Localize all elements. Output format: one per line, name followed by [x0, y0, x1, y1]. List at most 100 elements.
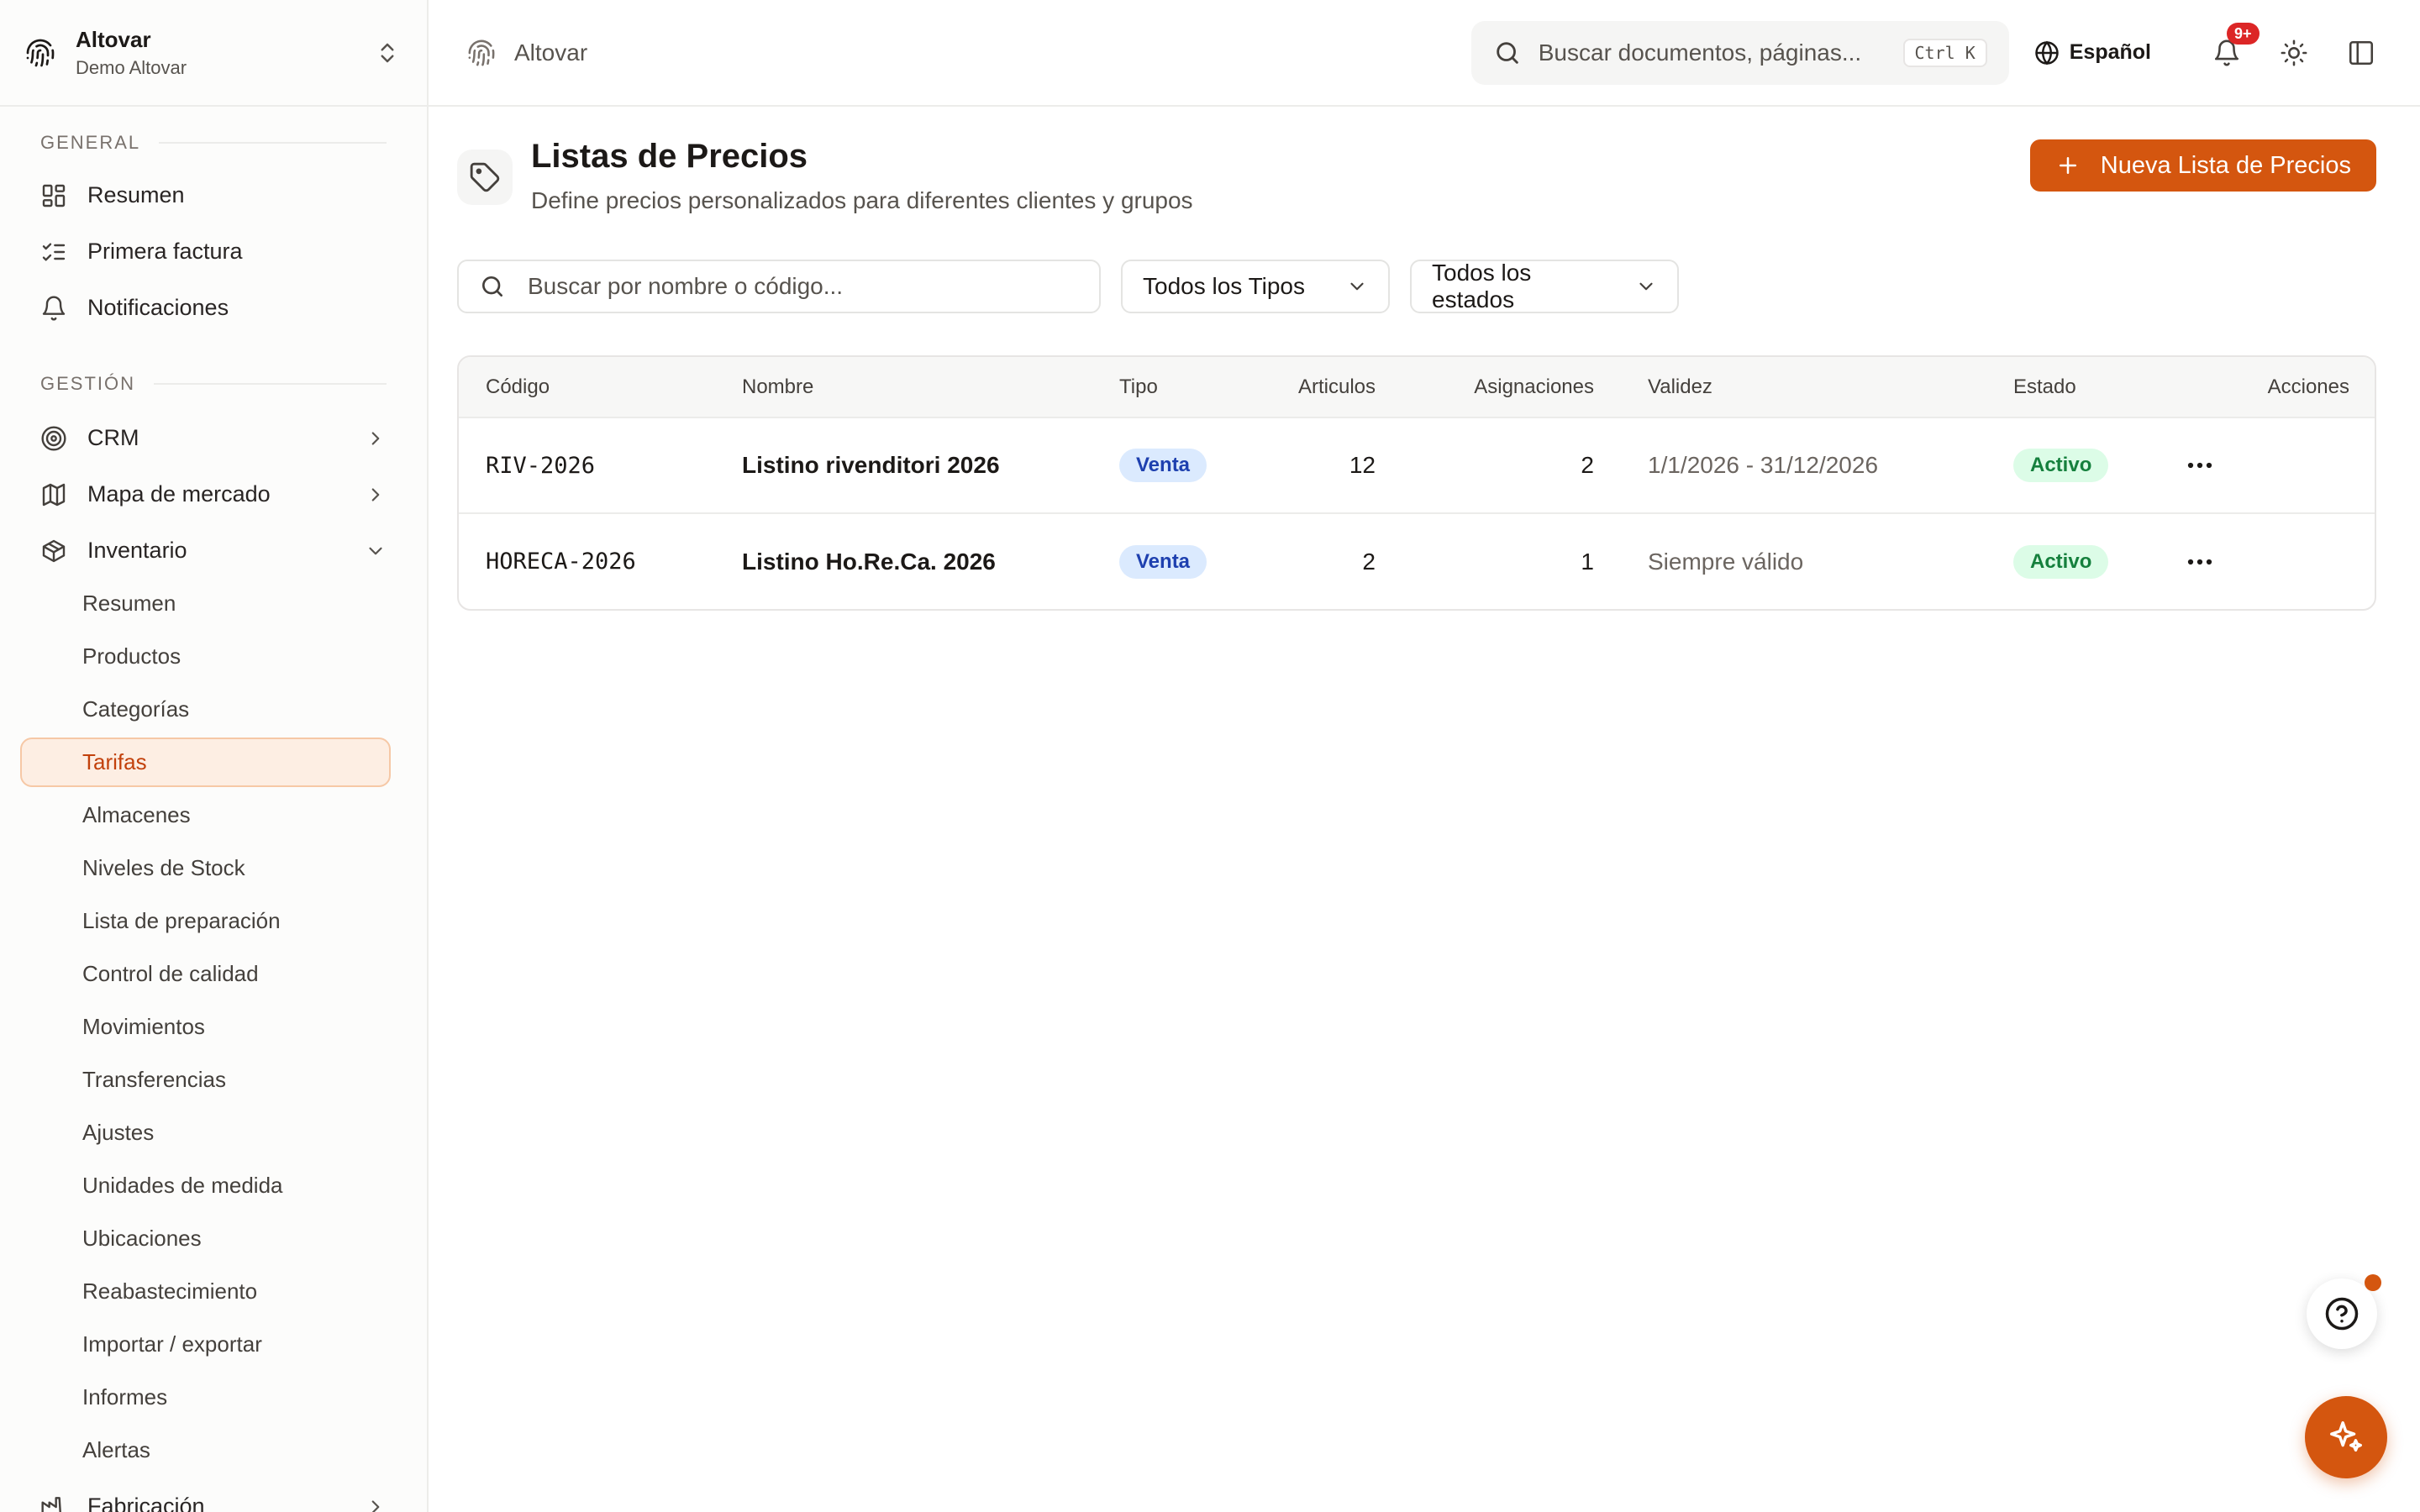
column-header-status[interactable]: Estado: [1986, 357, 2154, 417]
help-indicator-dot: [2365, 1274, 2381, 1291]
cell-name: Listino rivenditori 2026: [715, 417, 1092, 513]
sidebar-subitem-movimientos[interactable]: Movimientos: [20, 1002, 391, 1052]
cell-code: RIV-2026: [459, 417, 715, 513]
price-list-search[interactable]: [457, 260, 1101, 313]
sidebar-item-inventario[interactable]: Inventario: [0, 522, 427, 579]
box-icon: [40, 538, 67, 564]
column-header-assignments[interactable]: Asignaciones: [1402, 357, 1621, 417]
chevron-right-icon: [365, 1496, 387, 1512]
table-row[interactable]: HORECA-2026 Listino Ho.Re.Ca. 2026 Venta…: [459, 512, 2375, 609]
type-filter-select[interactable]: Todos los Tipos: [1121, 260, 1390, 313]
sidebar-subitem-alertas[interactable]: Alertas: [20, 1425, 391, 1475]
global-search-placeholder: Buscar documentos, páginas...: [1538, 39, 1862, 66]
section-label-general: GENERAL: [0, 129, 427, 157]
sidebar-subitem-reabastecimiento[interactable]: Reabastecimiento: [20, 1267, 391, 1316]
new-price-list-label: Nueva Lista de Precios: [2100, 151, 2351, 179]
status-filter-select[interactable]: Todos los estados: [1410, 260, 1679, 313]
sidebar-item-mapa-de-mercado[interactable]: Mapa de mercado: [0, 466, 427, 522]
sidebar-item-primera-factura[interactable]: Primera factura: [0, 223, 427, 280]
column-header-validity[interactable]: Validez: [1621, 357, 1986, 417]
table-row[interactable]: RIV-2026 Listino rivenditori 2026 Venta …: [459, 417, 2375, 513]
sidebar-item-resumen[interactable]: Resumen: [0, 167, 427, 223]
cell-validity: 1/1/2026 - 31/12/2026: [1621, 417, 1986, 513]
column-header-code[interactable]: Código: [459, 357, 715, 417]
more-actions-icon[interactable]: [2181, 447, 2349, 484]
global-search[interactable]: Buscar documentos, páginas... Ctrl K: [1470, 20, 2009, 85]
sidebar-subitem-ubicaciones[interactable]: Ubicaciones: [20, 1214, 391, 1263]
chevron-down-icon: [365, 540, 387, 562]
org-subtitle: Demo Altovar: [76, 56, 187, 78]
sidebar-subitem-informes[interactable]: Informes: [20, 1373, 391, 1422]
page-icon-box: [457, 150, 513, 205]
dashboard-icon: [40, 182, 67, 209]
search-shortcut: Ctrl K: [1902, 38, 1987, 67]
sidebar-subitem-lista-de-preparacion[interactable]: Lista de preparación: [20, 896, 391, 946]
type-badge: Venta: [1119, 544, 1207, 579]
org-name: Altovar: [76, 26, 151, 52]
sidebar: Altovar Demo Altovar GENERAL Resumen Pri…: [0, 0, 429, 1512]
sidebar-subitem-importar-exportar[interactable]: Importar / exportar: [20, 1320, 391, 1369]
status-badge: Activo: [2013, 449, 2109, 482]
theme-toggle-button[interactable]: [2269, 28, 2319, 78]
chevron-down-icon: [1346, 276, 1368, 297]
column-header-type[interactable]: Tipo: [1092, 357, 1250, 417]
cell-assignments: 2: [1402, 417, 1621, 513]
cell-name: Listino Ho.Re.Ca. 2026: [715, 512, 1092, 609]
fingerprint-icon: [25, 38, 55, 68]
fingerprint-icon: [467, 39, 496, 67]
search-icon: [1493, 39, 1522, 67]
page-header: Listas de Precios Define precios persona…: [457, 137, 2376, 216]
chevron-right-icon: [365, 428, 387, 449]
page-title: Listas de Precios: [531, 138, 808, 175]
cell-items: 2: [1250, 512, 1402, 609]
globe-icon: [2034, 40, 2060, 66]
tag-icon: [469, 161, 501, 193]
sidebar-subitem-ajustes[interactable]: Ajustes: [20, 1108, 391, 1158]
sparkles-icon: [2327, 1418, 2365, 1457]
more-actions-icon[interactable]: [2181, 543, 2349, 580]
bell-icon: [40, 295, 67, 322]
language-selector[interactable]: Español: [2034, 40, 2151, 66]
price-list-search-input[interactable]: [528, 273, 1079, 300]
panel-layout-icon: [2347, 39, 2375, 67]
status-filter-value: Todos los estados: [1432, 260, 1532, 312]
sidebar-item-notificaciones[interactable]: Notificaciones: [0, 280, 427, 336]
column-header-name[interactable]: Nombre: [715, 357, 1092, 417]
top-bar: Altovar Buscar documentos, páginas... Ct…: [429, 0, 2420, 107]
sidebar-subitem-resumen[interactable]: Resumen: [20, 579, 391, 628]
sidebar-subitem-tarifas[interactable]: Tarifas: [20, 738, 391, 787]
toggle-panel-button[interactable]: [2336, 28, 2386, 78]
sidebar-item-fabricacion[interactable]: Fabricación: [0, 1478, 427, 1512]
column-header-items[interactable]: Articulos: [1250, 357, 1402, 417]
org-switcher[interactable]: Altovar Demo Altovar: [0, 0, 427, 107]
sidebar-subitem-productos[interactable]: Productos: [20, 632, 391, 681]
column-header-actions: Acciones: [2267, 375, 2349, 398]
sidebar-subitem-transferencias[interactable]: Transferencias: [20, 1055, 391, 1105]
cell-type: Venta: [1092, 417, 1250, 513]
help-circle-icon: [2324, 1296, 2360, 1331]
sidebar-subitem-unidades-de-medida[interactable]: Unidades de medida: [20, 1161, 391, 1210]
sidebar-item-crm[interactable]: CRM: [0, 410, 427, 466]
cell-items: 12: [1250, 417, 1402, 513]
help-button[interactable]: [2307, 1278, 2377, 1349]
sun-icon: [2280, 39, 2308, 67]
cell-status: Activo: [1986, 512, 2154, 609]
cell-validity: Siempre válido: [1621, 512, 1986, 609]
breadcrumb-org[interactable]: Altovar: [514, 39, 587, 66]
cell-actions: [2154, 417, 2375, 513]
checklist-icon: [40, 239, 67, 265]
sidebar-subitem-niveles-de-stock[interactable]: Niveles de Stock: [20, 843, 391, 893]
sidebar-subitem-almacenes[interactable]: Almacenes: [20, 790, 391, 840]
target-icon: [40, 425, 67, 452]
main-content: Listas de Precios Define precios persona…: [429, 108, 2420, 1512]
search-icon: [479, 273, 506, 300]
notifications-badge: 9+: [2227, 22, 2260, 45]
cell-actions: [2154, 512, 2375, 609]
new-price-list-button[interactable]: Nueva Lista de Precios: [2029, 139, 2376, 192]
sidebar-subitem-categorias[interactable]: Categorías: [20, 685, 391, 734]
notifications-button[interactable]: 9+: [2202, 22, 2260, 78]
ai-assistant-button[interactable]: [2305, 1396, 2387, 1478]
sidebar-subitem-control-de-calidad[interactable]: Control de calidad: [20, 949, 391, 999]
type-badge: Venta: [1119, 449, 1207, 482]
sidebar-nav: GENERAL Resumen Primera factura Notifica…: [0, 107, 427, 1512]
